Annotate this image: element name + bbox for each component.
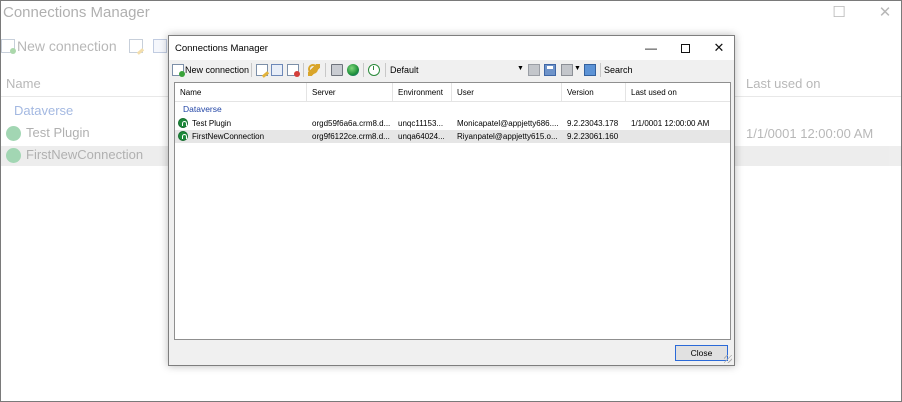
delete-connection-icon[interactable] [287,64,300,77]
new-connection-button[interactable]: New connection [185,65,249,75]
column-header-version[interactable]: Version [562,83,626,102]
minimize-button[interactable]: — [634,36,668,60]
list-column-header: Name Server Environment User Version Las… [175,83,730,102]
column-header-last-used[interactable]: Last used on [626,83,732,102]
cell-version: 9.2.23061.160 [567,132,619,141]
toolbar-separator [251,63,252,77]
refresh-icon[interactable] [368,64,380,76]
toolbar-separator [600,63,601,77]
toolbar-separator [325,63,326,77]
save-icon[interactable] [544,64,556,76]
background-connection-icon [6,126,21,141]
close-icon: ✕ [713,40,725,55]
copy-connection-icon[interactable] [271,64,283,76]
column-header-name[interactable]: Name [175,83,307,102]
search-button[interactable]: Search [604,65,633,75]
cell-user: Riyanpatel@appjetty615.o... [457,132,558,141]
dialog-title: Connections Manager [175,43,268,54]
close-button[interactable]: Close [675,345,728,361]
dialog-titlebar: Connections Manager — ✕ [169,36,734,60]
connections-list[interactable]: Name Server Environment User Version Las… [174,82,731,340]
background-maximize-icon: ☐ [832,4,846,21]
cell-name: FirstNewConnection [192,132,265,141]
environment-combo-value[interactable]: Default [390,65,419,75]
cell-user: Monicapatel@appjetty686.... [457,119,559,128]
table-row[interactable]: FirstNewConnection org9f6122ce.crm8.d...… [175,130,730,143]
background-last-used-header: Last used on [746,76,821,91]
background-name-header: Name [6,76,41,91]
connections-manager-dialog: Connections Manager — ✕ New connection D… [168,35,735,366]
background-group-label: Dataverse [14,103,74,118]
import-icon[interactable] [528,64,540,76]
cell-name: Test Plugin [192,119,232,128]
dialog-toolbar: New connection Default ▼ ▼ Search [169,60,734,80]
cell-last-used [626,130,732,143]
background-copy-icon [153,39,167,53]
column-header-environment[interactable]: Environment [393,83,452,102]
combo-chevron-down-icon[interactable]: ▼ [517,65,524,72]
background-edit-icon [129,39,143,53]
background-window-title: Connections Manager [3,4,150,21]
cell-version: 9.2.23043.178 [567,119,619,128]
background-connection-icon [6,148,21,163]
background-close-icon: ✕ [878,4,892,21]
column-header-server[interactable]: Server [307,83,393,102]
globe-icon[interactable] [347,64,359,76]
group-label-dataverse: Dataverse [183,104,222,114]
cell-last-used: 1/1/0001 12:00:00 AM [631,119,710,128]
background-new-connection-label: New connection [17,38,117,54]
close-window-button[interactable]: ✕ [702,36,736,60]
export-icon[interactable] [584,64,596,76]
drive-icon[interactable] [331,64,343,76]
background-row-last-used: 1/1/0001 12:00:00 AM [746,126,874,141]
background-row-name: Test Plugin [26,125,90,140]
minimize-icon: — [645,41,657,55]
toolbar-separator [385,63,386,77]
duplicate-chevron-down-icon[interactable]: ▼ [574,65,581,72]
background-row-name: FirstNewConnection [26,147,144,162]
add-connection-icon[interactable] [172,64,185,77]
maximize-button[interactable] [668,36,702,60]
toolbar-separator [363,63,364,77]
cell-environment: unqa64024... [398,132,445,141]
resize-grip[interactable] [724,355,732,363]
maximize-icon [680,43,690,53]
table-row[interactable]: Test Plugin orgd59f6a6a.crm8.d... unqc11… [175,117,730,130]
edit-connection-icon[interactable] [256,64,268,76]
background-add-connection-icon [1,39,16,54]
column-header-user[interactable]: User [452,83,562,102]
duplicate-icon[interactable] [561,64,573,76]
toolbar-separator [303,63,304,77]
key-icon[interactable] [308,64,320,76]
cell-server: org9f6122ce.crm8.d... [312,132,390,141]
cell-environment: unqc11153... [398,119,444,128]
cell-server: orgd59f6a6a.crm8.d... [312,119,391,128]
